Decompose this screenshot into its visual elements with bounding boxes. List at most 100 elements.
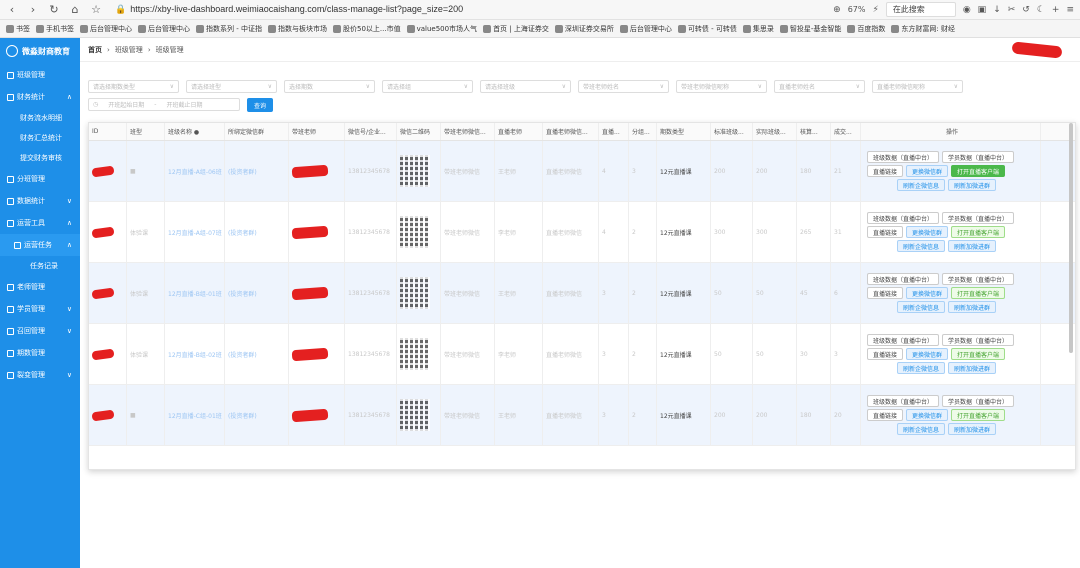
student-data-button[interactable]: 学员数据（直播中台） xyxy=(942,273,1015,285)
table-header-cell[interactable]: 直播老师微信... xyxy=(543,123,599,140)
sidebar-item[interactable]: 财务汇总统计 xyxy=(0,128,80,148)
refresh-join-button[interactable]: 刷新加微进群 xyxy=(948,423,997,435)
live-link-button[interactable]: 直播链接 xyxy=(867,287,904,299)
filter-select[interactable]: 带班老师微信昵称 ∨ xyxy=(676,80,767,93)
sidebar-item[interactable]: 任务记录 xyxy=(0,256,80,276)
open-client-button[interactable]: 打开直播客户端 xyxy=(951,348,1006,360)
bookmark-item[interactable]: 指数系列 - 中证指 xyxy=(196,24,262,34)
filter-select[interactable]: 请选择组 ∨ xyxy=(382,80,473,93)
change-wechat-button[interactable]: 更换微信群 xyxy=(906,226,949,238)
table-header-cell[interactable]: 班级名称 ● xyxy=(165,123,225,140)
filter-select[interactable]: 直播老师姓名 ∨ xyxy=(774,80,865,93)
undo-icon[interactable]: ↺ xyxy=(1022,5,1030,15)
sidebar-item[interactable]: 分班管理 xyxy=(0,168,80,190)
open-client-button[interactable]: 打开直播客户端 xyxy=(951,287,1006,299)
change-wechat-button[interactable]: 更换微信群 xyxy=(906,165,949,177)
moon-icon[interactable]: ☾ xyxy=(1037,5,1045,15)
download-icon[interactable]: ↓ xyxy=(993,5,1001,15)
sidebar-item[interactable]: 裂变管理 ∨ xyxy=(0,364,80,386)
user-icon[interactable]: ◉ xyxy=(963,5,971,15)
open-client-button[interactable]: 打开直播客户端 xyxy=(951,165,1006,177)
table-header-cell[interactable]: ID xyxy=(89,123,127,140)
class-data-button[interactable]: 班级数据（直播中台） xyxy=(867,334,940,346)
student-data-button[interactable]: 学员数据（直播中台） xyxy=(942,395,1015,407)
open-client-button[interactable]: 打开直播客户端 xyxy=(951,409,1006,421)
open-client-button[interactable]: 打开直播客户端 xyxy=(951,226,1006,238)
table-header-cell[interactable]: 所绑定微信群 xyxy=(225,123,289,140)
table-header-cell[interactable]: 带班老师微信... xyxy=(441,123,495,140)
search-input[interactable]: 在此搜索 xyxy=(885,2,956,17)
zoom-icon[interactable]: ⊕ xyxy=(833,5,841,15)
table-header-cell[interactable]: 微信号/企业... xyxy=(345,123,397,140)
back-icon[interactable]: ‹ xyxy=(3,1,21,19)
qr-code-icon[interactable] xyxy=(400,277,430,309)
breadcrumb-level1[interactable]: 班级管理 xyxy=(115,45,143,55)
sidebar-item[interactable]: 数据统计 ∨ xyxy=(0,190,80,212)
filter-select[interactable]: 直播老师微信昵称 ∨ xyxy=(872,80,963,93)
sidebar-item[interactable]: 老师管理 xyxy=(0,276,80,298)
refresh-wecom-button[interactable]: 刷新企微信息 xyxy=(897,301,946,313)
bookmark-item[interactable]: 指数与板块市场 xyxy=(267,24,327,34)
filter-select[interactable]: 请选择期数类型 ∨ xyxy=(88,80,179,93)
lightning-icon[interactable]: ⚡ xyxy=(872,5,878,15)
table-header-cell[interactable]: 实际班级... xyxy=(753,123,797,140)
refresh-join-button[interactable]: 刷新加微进群 xyxy=(948,362,997,374)
student-data-button[interactable]: 学员数据（直播中台） xyxy=(942,334,1015,346)
bookmark-item[interactable]: 后台管理中心 xyxy=(619,24,672,34)
table-scrollbar[interactable] xyxy=(1069,123,1073,353)
bookmark-item[interactable]: 后台管理中心 xyxy=(138,24,190,34)
table-row[interactable]: 体验课 12月直播-A组-07班 (投资者群) 13812345678 带班老师微信 李老… xyxy=(89,202,1075,263)
bookmark-item[interactable]: 深圳证券交易所 xyxy=(554,24,614,34)
refresh-join-button[interactable]: 刷新加微进群 xyxy=(948,179,997,191)
qr-code-icon[interactable] xyxy=(400,155,430,187)
forward-icon[interactable]: › xyxy=(24,1,42,19)
live-link-button[interactable]: 直播链接 xyxy=(867,226,904,238)
class-data-button[interactable]: 班级数据（直播中台） xyxy=(867,212,940,224)
sidebar-item[interactable]: 学员管理 ∨ xyxy=(0,298,80,320)
sidebar-item[interactable]: 财务流水明细 xyxy=(0,108,80,128)
filter-select[interactable]: 选择期数 ∨ xyxy=(284,80,375,93)
refresh-wecom-button[interactable]: 刷新企微信息 xyxy=(897,240,946,252)
scissors-icon[interactable]: ✂ xyxy=(1008,5,1016,15)
table-row[interactable]: 体验课 12月直播-B组-01班 (投资者群) 13812345678 带班老师微信 王老… xyxy=(89,263,1075,324)
sidebar-item[interactable]: 班级管理 xyxy=(0,64,80,86)
query-button[interactable]: 查询 xyxy=(247,98,273,112)
filter-select[interactable]: 带班老师姓名 ∨ xyxy=(578,80,669,93)
sidebar-item[interactable]: 召回管理 ∨ xyxy=(0,320,80,342)
qr-code-icon[interactable] xyxy=(400,399,430,431)
table-row[interactable]: ■ 12月直播-C组-01班 (投资者群) 13812345678 带班老师微信 王老师 直… xyxy=(89,385,1075,446)
student-data-button[interactable]: 学员数据（直播中台） xyxy=(942,212,1015,224)
bookmark-item[interactable]: 集思录 xyxy=(742,24,774,34)
star-icon[interactable]: ☆ xyxy=(87,1,105,19)
live-link-button[interactable]: 直播链接 xyxy=(867,165,904,177)
bookmark-item[interactable]: value500市场人气 xyxy=(406,24,477,34)
bookmark-item[interactable]: 可转债 - 可转债 xyxy=(677,24,737,34)
refresh-wecom-button[interactable]: 刷新企微信息 xyxy=(897,362,946,374)
refresh-wecom-button[interactable]: 刷新企微信息 xyxy=(897,423,946,435)
class-data-button[interactable]: 班级数据（直播中台） xyxy=(867,395,940,407)
refresh-wecom-button[interactable]: 刷新企微信息 xyxy=(897,179,946,191)
table-header-cell[interactable]: 直播老师 xyxy=(495,123,543,140)
sidebar-item[interactable]: 财务统计 ∧ xyxy=(0,86,80,108)
game-icon[interactable]: ▣ xyxy=(978,5,987,15)
table-header-cell[interactable]: 班型 xyxy=(127,123,165,140)
table-row[interactable]: 体验课 12月直播-B组-02班 (投资者群) 13812345678 带班老师微信 李老… xyxy=(89,324,1075,385)
qr-code-icon[interactable] xyxy=(400,216,430,248)
date-range-input[interactable]: ◷ 开班起始日期 - 开班截止日期 xyxy=(88,98,240,111)
table-row[interactable]: ■ 12月直播-A组-06班 (投资者群) 13812345678 带班老师微信 王老师 直… xyxy=(89,141,1075,202)
bookmark-item[interactable]: 手机书签 xyxy=(36,24,74,34)
table-header-cell[interactable]: 带班老师 xyxy=(289,123,345,140)
refresh-join-button[interactable]: 刷新加微进群 xyxy=(948,301,997,313)
live-link-button[interactable]: 直播链接 xyxy=(867,409,904,421)
table-header-cell[interactable]: 核算... xyxy=(797,123,831,140)
bookmark-item[interactable]: 后台管理中心 xyxy=(80,24,132,34)
refresh-join-button[interactable]: 刷新加微进群 xyxy=(948,240,997,252)
menu-icon[interactable]: ≡ xyxy=(1066,5,1074,15)
table-header-cell[interactable]: 微信二维码 xyxy=(397,123,441,140)
bookmark-item[interactable]: 书签 xyxy=(6,24,30,34)
sidebar-item[interactable]: 提交财务审核 xyxy=(0,148,80,168)
bookmark-item[interactable]: 百度指数 xyxy=(847,24,885,34)
table-header-cell[interactable]: 成交... xyxy=(831,123,861,140)
reload-icon[interactable]: ↻ xyxy=(45,1,63,19)
live-link-button[interactable]: 直播链接 xyxy=(867,348,904,360)
